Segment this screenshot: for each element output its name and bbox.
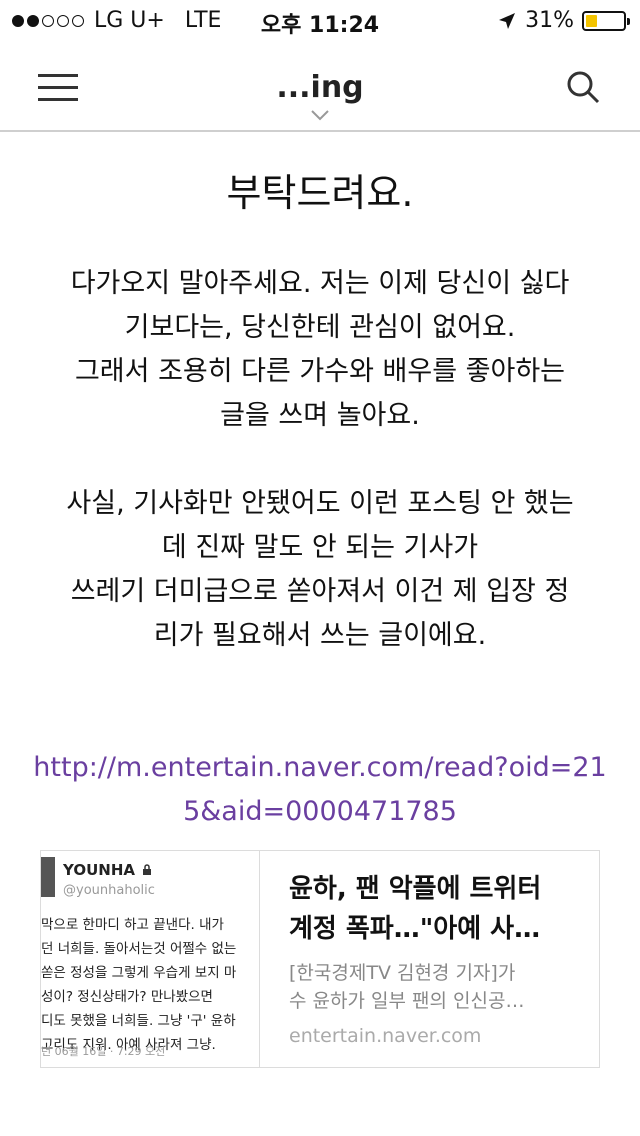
paragraph-line: 글을 쓰며 놀아요.	[220, 400, 420, 431]
article-title: 부탁드려요.	[226, 171, 414, 215]
preview-headline[interactable]: 윤하, 팬 악플에 트위터 계정 폭파…"아예 사…	[289, 869, 585, 949]
nav-bar: ...ing	[0, 40, 640, 132]
paragraph-line: 사실, 기사화만 안됐어도 이런 포스팅 안 했는	[66, 488, 574, 519]
paragraph-line: 리가 필요해서 쓰는 글이에요.	[153, 620, 487, 651]
status-right: 31%	[497, 8, 630, 33]
link-line[interactable]: http://m.entertain.naver.com/read?oid=21	[0, 746, 640, 790]
thumbnail-date: 년 06월 16일 · 7:29 오전	[41, 1045, 166, 1058]
headline-line[interactable]: 윤하, 팬 악플에 트위터	[289, 869, 585, 909]
thumbnail-username: YOUNHA	[63, 861, 152, 879]
preview-body: 윤하, 팬 악플에 트위터 계정 폭파…"아예 사… [한국경제TV 김현경 기…	[289, 869, 585, 1047]
tweet-line: 던 너희들. 돌아서는것 어쩔수 없는	[41, 941, 237, 957]
search-icon[interactable]	[566, 70, 600, 104]
tweet-line: 쏟은 정성을 그렇게 우습게 보지 마	[41, 965, 237, 981]
location-arrow-icon	[499, 12, 516, 29]
paragraph-line: 기보다는, 당신한테 관심이 없어요.	[124, 312, 516, 343]
avatar	[41, 857, 55, 897]
blog-title[interactable]: ...ing	[0, 70, 640, 105]
paragraph-1: 다가오지 말아주세요. 저는 이제 당신이 싫다 기보다는, 당신한테 관심이 …	[0, 262, 640, 438]
article-link[interactable]: http://m.entertain.naver.com/read?oid=21…	[0, 746, 640, 834]
chevron-down-icon[interactable]	[310, 109, 330, 121]
tweet-line: 디도 못했을 너희들. 그냥 '구' 윤하	[41, 1013, 236, 1029]
tweet-line: 막으로 한마디 하고 끝낸다. 내가	[41, 917, 224, 933]
preview-thumbnail: YOUNHA @younhaholic 막으로 한마디 하고 끝낸다. 내가 던…	[41, 851, 260, 1067]
tweet-line: 성이? 정신상태가? 만나봤으면	[41, 989, 213, 1005]
link-line[interactable]: 5&aid=0000471785	[0, 790, 640, 834]
thumbnail-name-text: YOUNHA	[63, 861, 135, 879]
link-preview-card[interactable]: YOUNHA @younhaholic 막으로 한마디 하고 끝낸다. 내가 던…	[40, 850, 600, 1068]
headline-line[interactable]: 계정 폭파…"아예 사…	[289, 909, 585, 949]
status-bar: LG U+ LTE 오후 11:24 31%	[0, 0, 640, 40]
preview-description: [한국경제TV 김현경 기자]가 수 윤하가 일부 팬의 인신공…	[289, 959, 585, 1015]
paragraph-line: 데 진짜 말도 안 되는 기사가	[161, 532, 479, 563]
battery-percent: 31%	[525, 8, 574, 33]
thumbnail-handle: @younhaholic	[63, 883, 155, 898]
preview-domain: entertain.naver.com	[289, 1025, 482, 1047]
paragraph-line: 쓰레기 더미급으로 쏟아져서 이건 제 입장 정	[70, 576, 570, 607]
battery-icon	[582, 10, 630, 31]
battery-fill	[586, 14, 597, 27]
thumbnail-tweet-text: 막으로 한마디 하고 끝낸다. 내가 던 너희들. 돌아서는것 어쩔수 없는 쏟…	[41, 913, 236, 1057]
description-line: [한국경제TV 김현경 기자]가	[289, 962, 516, 984]
description-line: 수 윤하가 일부 팬의 인신공…	[289, 990, 525, 1012]
paragraph-line: 다가오지 말아주세요. 저는 이제 당신이 싫다	[70, 268, 570, 299]
paragraph-line: 그래서 조용히 다른 가수와 배우를 좋아하는	[74, 356, 566, 387]
paragraph-2: 사실, 기사화만 안됐어도 이런 포스팅 안 했는 데 진짜 말도 안 되는 기…	[0, 482, 640, 658]
lock-icon	[143, 864, 152, 875]
